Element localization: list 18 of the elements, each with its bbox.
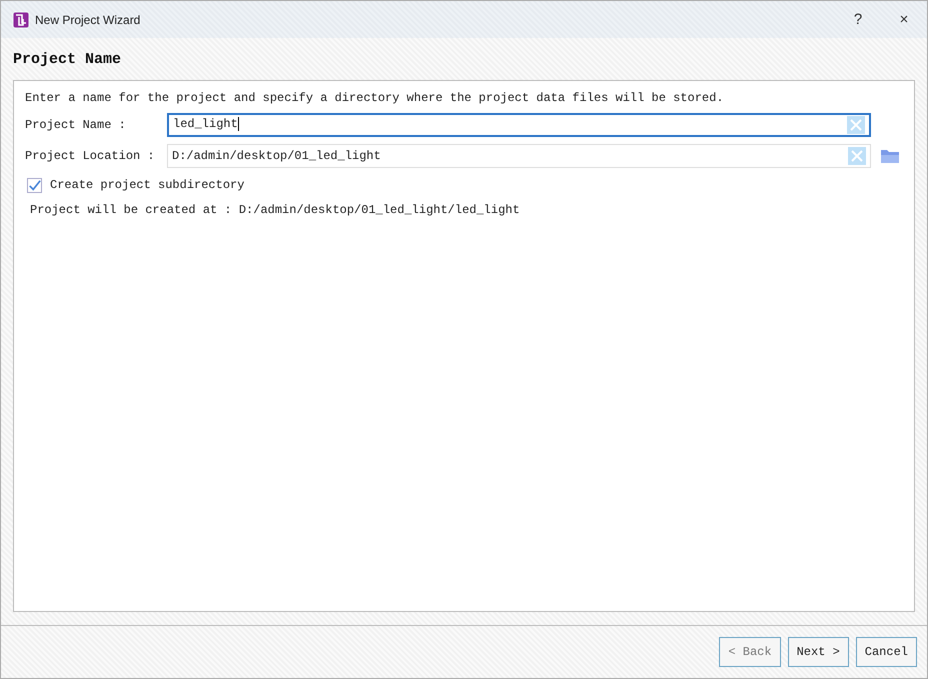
field-label: Project Name : — [25, 118, 127, 132]
wizard-button[interactable]: Cancel — [856, 637, 917, 667]
instruction-text: Enter a name for the project and specify a directory where the project data files will be stored. — [25, 91, 725, 105]
checkbox[interactable] — [27, 178, 42, 192]
checkbox-label: Create project subdirectory — [50, 178, 244, 192]
close-button[interactable]: × — [881, 4, 927, 34]
app-logo-icon — [13, 12, 29, 28]
field-label: Project Location : — [25, 148, 156, 162]
help-button[interactable]: ? — [835, 4, 881, 34]
result-path-text: Project will be created at : D:/admin/desktop/01_led_light/led_light — [29, 202, 521, 217]
clear-icon[interactable] — [848, 146, 866, 164]
wizard-button[interactable]: Next > — [788, 637, 849, 667]
window-title: New Project Wizard — [35, 12, 142, 26]
folder-icon[interactable] — [880, 148, 900, 164]
text-field[interactable]: led_light — [167, 112, 871, 136]
clear-icon[interactable] — [847, 116, 865, 134]
text-field[interactable]: D:/admin/desktop/01_led_light — [167, 144, 871, 168]
page-title: Project Name — [12, 50, 122, 70]
